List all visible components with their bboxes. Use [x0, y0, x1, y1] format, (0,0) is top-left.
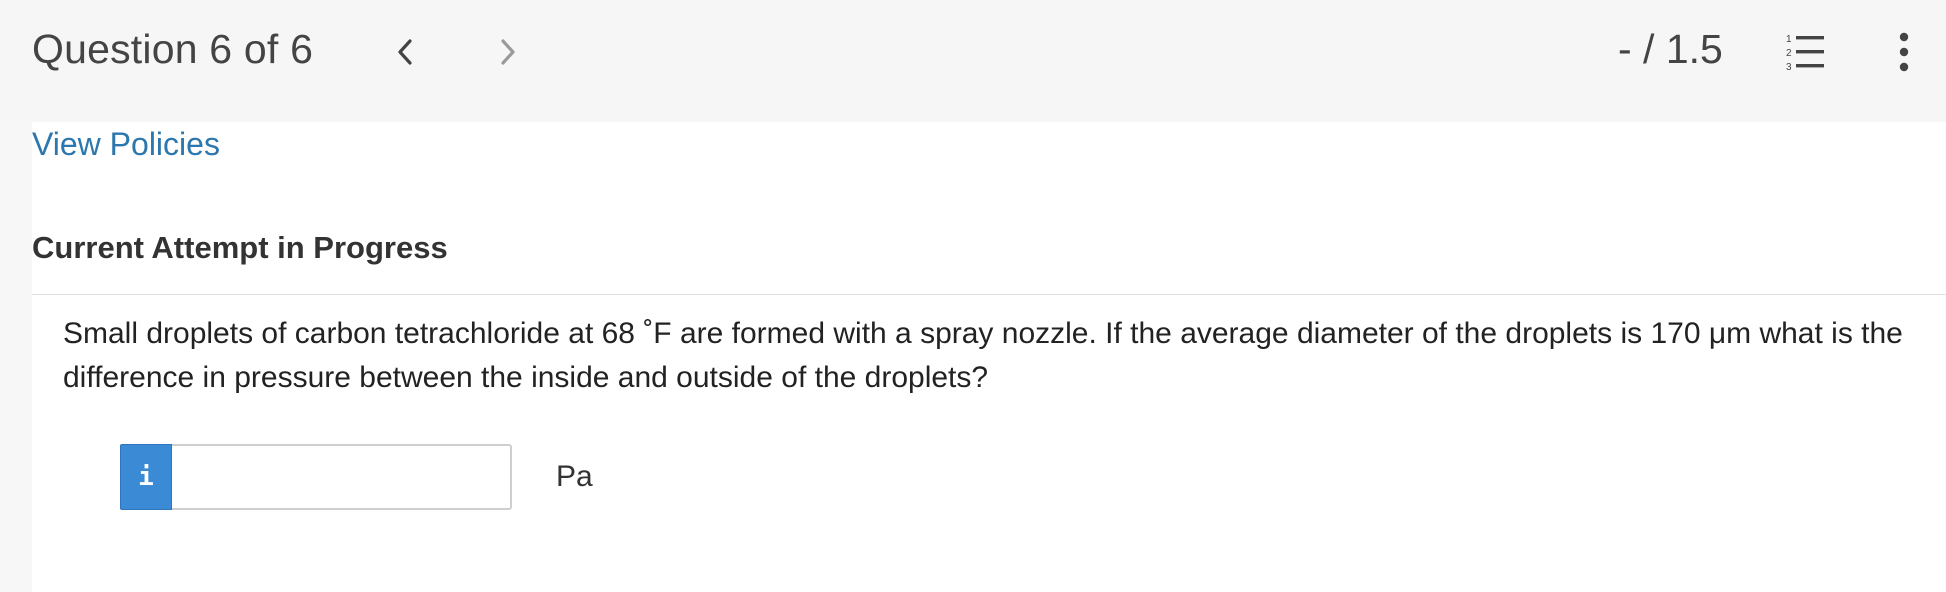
- info-icon[interactable]: i: [120, 444, 172, 510]
- next-question-button[interactable]: [486, 30, 530, 74]
- question-counter: Question 6 of 6: [32, 26, 314, 72]
- list-number-2: 2: [1786, 48, 1792, 59]
- chevron-left-icon: [398, 39, 412, 65]
- list-number-3: 3: [1786, 62, 1792, 73]
- question-list-button[interactable]: 1 2 3: [1782, 30, 1830, 74]
- answer-input[interactable]: [172, 444, 512, 510]
- question-content: View Policies Current Attempt in Progres…: [32, 122, 1946, 592]
- question-header: Question 6 of 6 - / 1.5 1 2 3: [0, 0, 1946, 122]
- score-display: - / 1.5: [1618, 26, 1723, 72]
- numbered-list-icon: 1 2 3: [1786, 34, 1824, 73]
- unit-label: Pa: [556, 460, 593, 493]
- answer-row: i Pa: [120, 444, 593, 510]
- divider: [32, 294, 1946, 295]
- list-number-1: 1: [1786, 34, 1792, 45]
- more-vertical-icon: [1899, 32, 1909, 72]
- previous-question-button[interactable]: [383, 30, 427, 74]
- chevron-right-icon: [501, 39, 515, 65]
- attempt-heading: Current Attempt in Progress: [32, 230, 448, 265]
- more-options-button[interactable]: [1880, 28, 1928, 76]
- question-text: Small droplets of carbon tetrachloride a…: [63, 317, 1903, 394]
- view-policies-link[interactable]: View Policies: [32, 126, 220, 163]
